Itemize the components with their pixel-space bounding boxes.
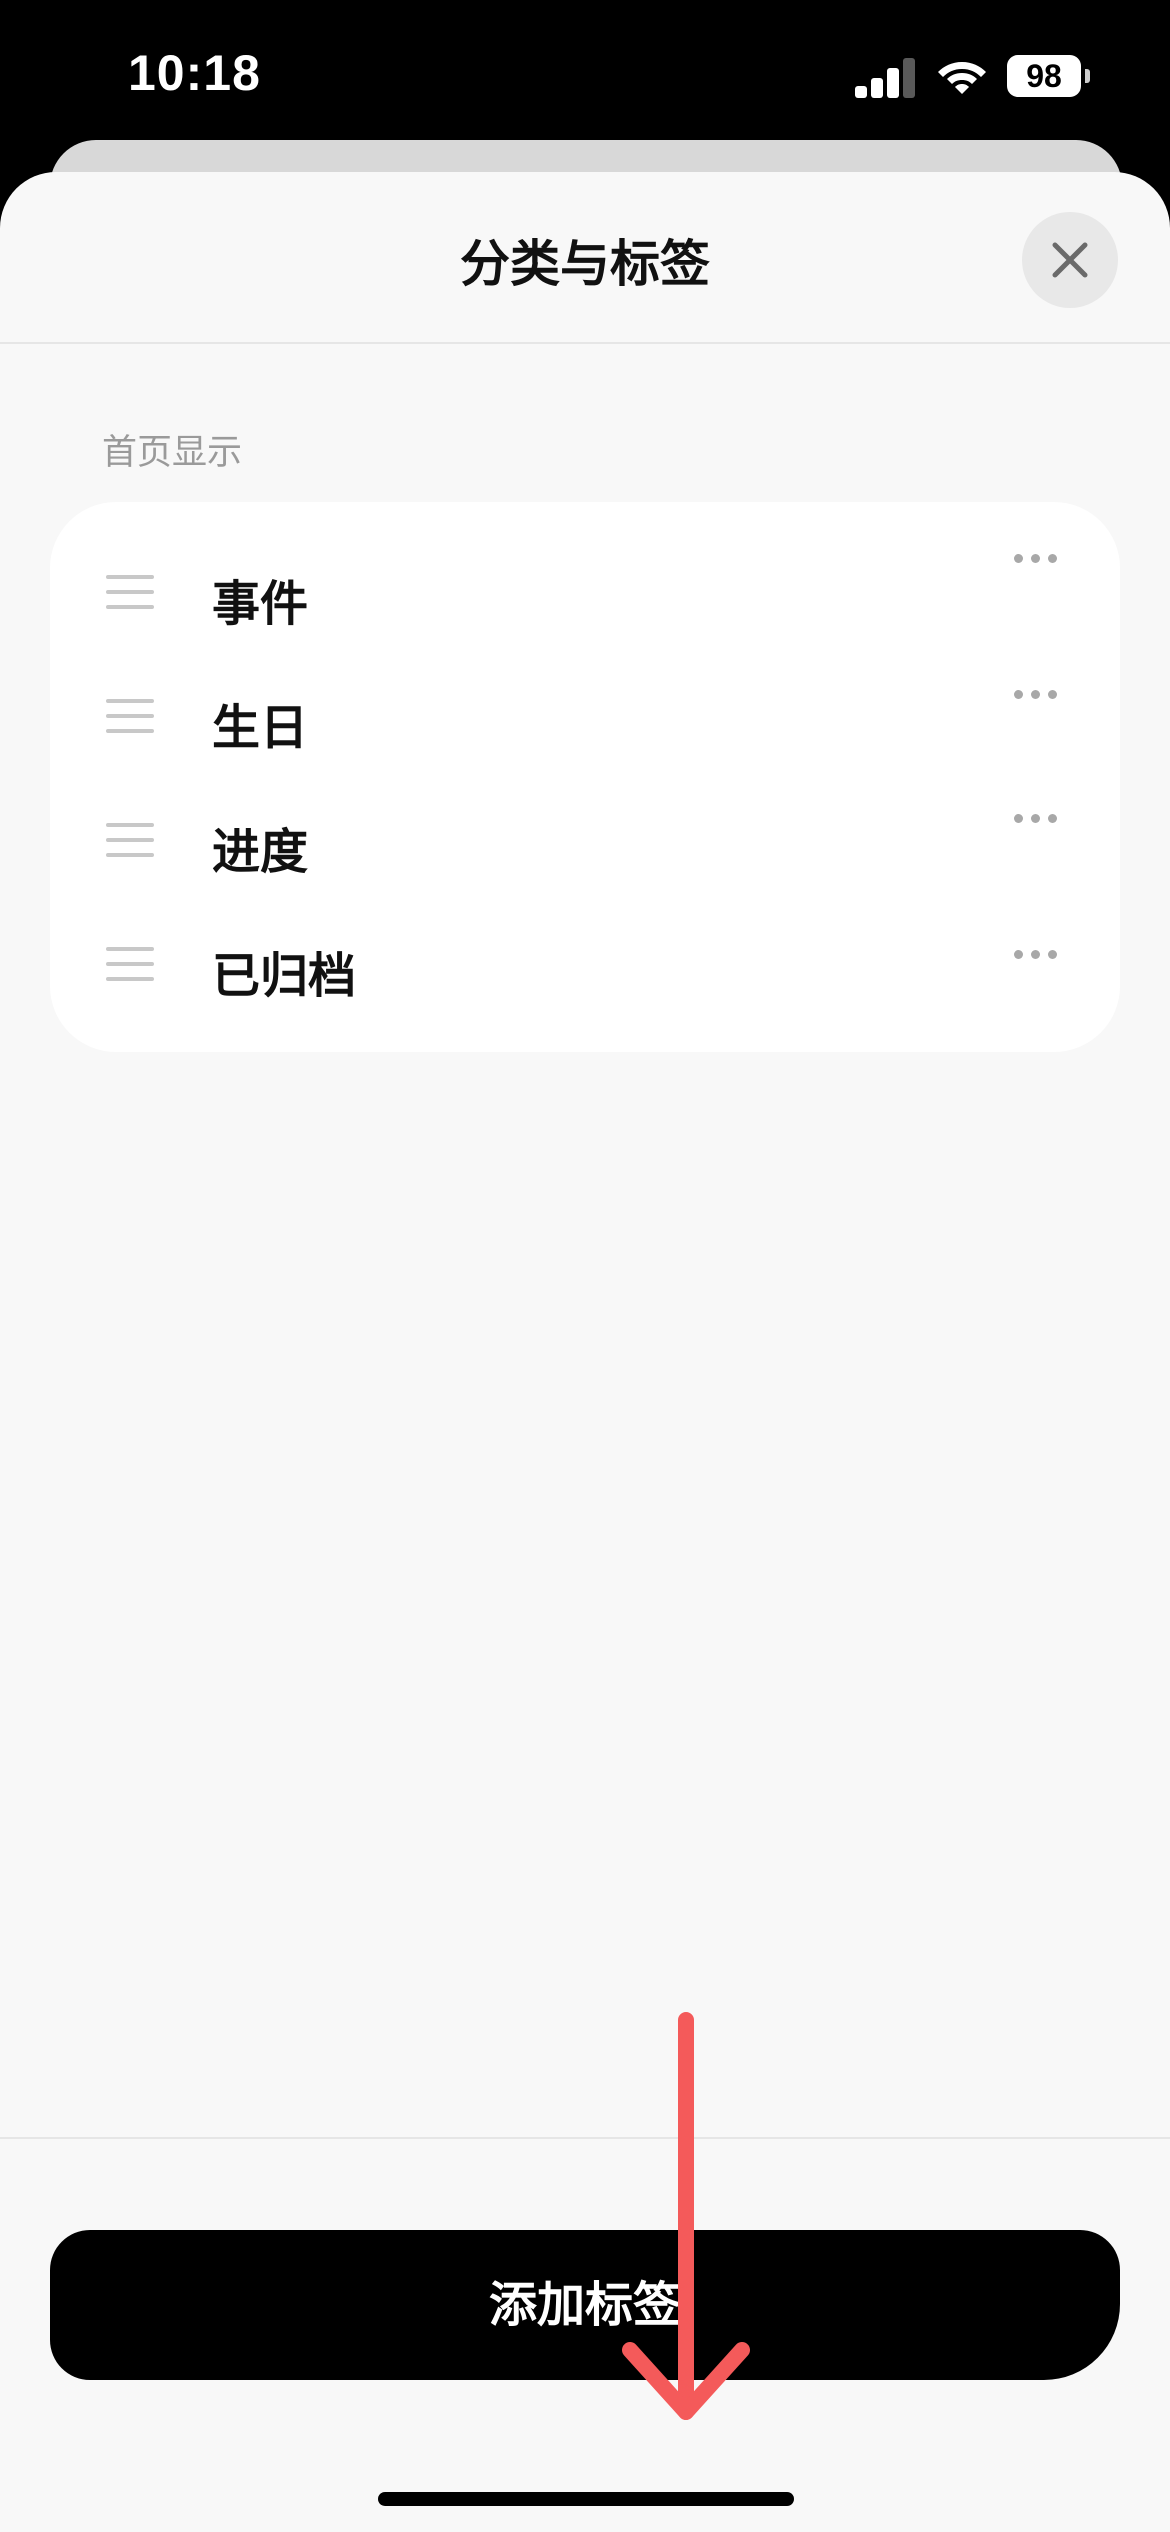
list-item-label: 已归档 <box>212 948 357 1004</box>
header-divider <box>0 342 1170 344</box>
home-indicator[interactable] <box>378 2492 794 2506</box>
cellular-signal-icon <box>855 58 915 98</box>
list-item-label: 生日 <box>212 700 309 756</box>
wifi-icon <box>938 62 986 94</box>
drag-handle-icon[interactable] <box>106 575 154 609</box>
drag-handle-icon[interactable] <box>106 823 154 857</box>
add-tag-button[interactable]: 添加标签 <box>50 2230 1120 2380</box>
section-label: 首页显示 <box>102 433 243 473</box>
list-item[interactable]: 已归档 <box>50 902 1120 1026</box>
battery-tip <box>1085 69 1090 83</box>
list-item[interactable]: 生日 <box>50 654 1120 778</box>
categories-tags-sheet: 分类与标签 首页显示 事件 生日 进度 已归档 添加标签 <box>0 172 1170 2532</box>
sheet-title: 分类与标签 <box>460 235 710 293</box>
battery-icon: 98 <box>1007 55 1090 97</box>
list-item[interactable]: 进度 <box>50 778 1120 902</box>
close-icon <box>1052 242 1088 278</box>
status-bar: 10:18 98 <box>0 0 1170 150</box>
drag-handle-icon[interactable] <box>106 947 154 981</box>
drag-handle-icon[interactable] <box>106 699 154 733</box>
list-item-label: 事件 <box>212 576 309 632</box>
more-options-icon[interactable] <box>1014 950 1058 962</box>
more-options-icon[interactable] <box>1014 814 1058 826</box>
more-options-icon[interactable] <box>1014 690 1058 702</box>
more-options-icon[interactable] <box>1014 554 1058 566</box>
category-list: 事件 生日 进度 已归档 <box>50 502 1120 1052</box>
footer-divider <box>0 2137 1170 2139</box>
status-time: 10:18 <box>128 45 261 101</box>
list-item[interactable]: 事件 <box>50 530 1120 654</box>
list-item-label: 进度 <box>212 824 309 880</box>
close-button[interactable] <box>1022 212 1118 308</box>
battery-level: 98 <box>1007 55 1081 97</box>
